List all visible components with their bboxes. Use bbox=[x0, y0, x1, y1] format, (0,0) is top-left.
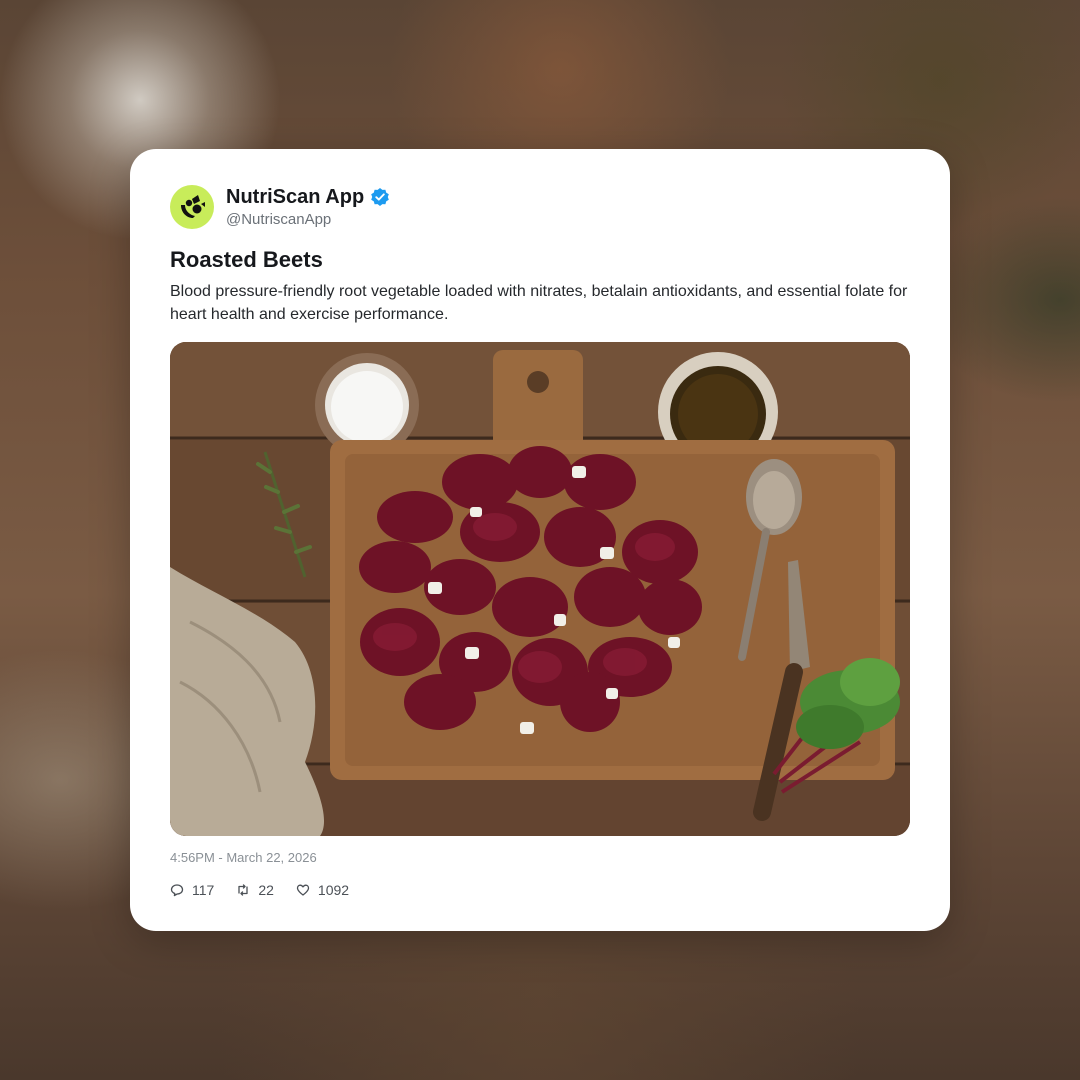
post-timestamp: 4:56PM - March 22, 2026 bbox=[170, 850, 317, 865]
account-name[interactable]: NutriScan App bbox=[226, 186, 364, 209]
nutriscan-logo-icon bbox=[181, 195, 205, 218]
like-count: 1092 bbox=[317, 882, 350, 898]
repost-button[interactable]: 22 bbox=[236, 882, 274, 898]
post-image[interactable] bbox=[170, 342, 910, 836]
post-card: NutriScan App @NutriscanApp Roasted Beet… bbox=[130, 149, 950, 931]
avatar[interactable] bbox=[170, 185, 214, 229]
post-description: Blood pressure-friendly root vegetable l… bbox=[170, 283, 908, 323]
reply-count: 117 bbox=[192, 882, 215, 898]
post-title: Roasted Beets bbox=[170, 247, 323, 272]
account-name-row: NutriScan App bbox=[226, 185, 390, 209]
engagement-stats: 117 22 1092 bbox=[170, 881, 371, 899]
heart-icon bbox=[296, 884, 310, 896]
repost-count: 22 bbox=[258, 882, 274, 898]
reply-button[interactable]: 117 bbox=[170, 882, 214, 898]
account-handle[interactable]: @NutriscanApp bbox=[226, 211, 331, 228]
verified-badge-icon bbox=[370, 187, 390, 207]
food-photo bbox=[170, 342, 910, 836]
comment-icon bbox=[170, 884, 184, 897]
like-button[interactable]: 1092 bbox=[296, 882, 349, 898]
repost-icon bbox=[238, 884, 248, 896]
